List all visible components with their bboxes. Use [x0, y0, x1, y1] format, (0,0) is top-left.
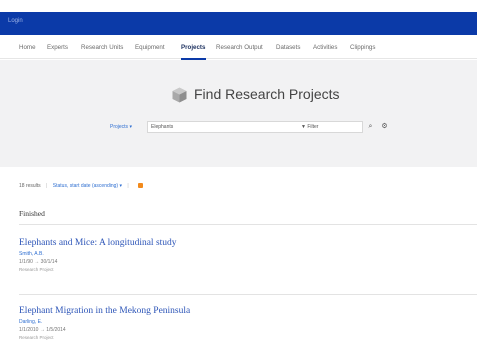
filter-button[interactable]: ▼ Filter: [301, 121, 318, 133]
nav-item-datasets[interactable]: Datasets: [276, 44, 300, 51]
logo-text[interactable]: Login: [8, 18, 23, 24]
project-type: Research Project: [19, 267, 54, 272]
nav-item-research-output[interactable]: Research Output: [216, 44, 263, 51]
rss-icon[interactable]: [138, 183, 144, 189]
project-title-link[interactable]: Elephant Migration in the Mekong Peninsu…: [19, 305, 190, 317]
search-bar: Projects ▾ Elephants ▼ Filter ⌕ ⚙: [107, 121, 388, 133]
project-dates: 1/1/2010 → 1/5/2014: [19, 327, 66, 333]
filter-icon: ▼: [301, 124, 306, 130]
search-scope-dropdown[interactable]: Projects ▾: [107, 121, 145, 133]
project-person-link[interactable]: Darling, E.: [19, 319, 190, 325]
results-toolbar: 18 results | Status, start date (ascendi…: [19, 183, 144, 193]
results-count: 18 results: [19, 183, 41, 189]
project-title-link[interactable]: Elephants and Mice: A longitudinal study: [19, 237, 177, 249]
project-dates: 1/1/90 → 30/1/14: [19, 259, 58, 265]
separator: |: [46, 183, 48, 189]
search-hero: [0, 60, 477, 167]
nav-item-activities[interactable]: Activities: [313, 44, 337, 51]
list-item: Elephants and Mice: A longitudinal study…: [19, 237, 177, 273]
sort-dropdown[interactable]: Status, start date (ascending) ▾: [53, 183, 122, 189]
cube-icon: [172, 87, 187, 103]
project-type: Research Project: [19, 335, 54, 340]
separator: |: [127, 183, 129, 189]
filter-label: Filter: [307, 124, 319, 130]
search-input[interactable]: Elephants: [147, 121, 363, 133]
nav-item-research-units[interactable]: Research Units: [81, 44, 123, 51]
nav-item-equipment[interactable]: Equipment: [135, 44, 165, 51]
nav-item-home[interactable]: Home: [19, 44, 36, 51]
main-nav: Home Experts Research Units Equipment Pr…: [0, 35, 477, 60]
section-divider: [19, 224, 477, 225]
nav-item-experts[interactable]: Experts: [47, 44, 68, 51]
gear-icon: ⚙: [381, 123, 388, 130]
page-title: Find Research Projects: [194, 86, 340, 102]
search-button[interactable]: ⌕: [365, 121, 376, 133]
settings-button[interactable]: ⚙: [379, 121, 390, 133]
search-icon: ⌕: [368, 123, 373, 130]
list-item: Elephant Migration in the Mekong Peninsu…: [19, 305, 190, 341]
nav-item-projects[interactable]: Projects: [181, 44, 205, 51]
project-person-link[interactable]: Smith, A.B.: [19, 251, 177, 257]
top-bar: Login: [0, 12, 477, 35]
item-divider: [19, 294, 477, 295]
section-heading: Finished: [19, 209, 45, 218]
nav-item-clippings[interactable]: Clippings: [350, 44, 375, 51]
